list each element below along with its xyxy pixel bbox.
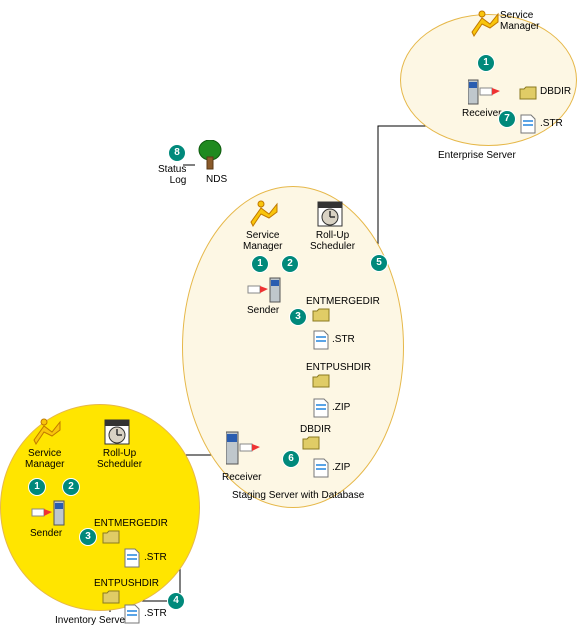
folder-label: ENTMERGEDIR	[306, 296, 380, 307]
document-label: .STR	[144, 552, 167, 563]
sender-label: Sender	[30, 528, 62, 539]
inventory-server-label: Inventory Server	[55, 615, 128, 626]
document-icon	[520, 114, 536, 134]
step-badge: 4	[167, 592, 185, 610]
staging-server-label: Staging Server with Database	[232, 490, 364, 501]
receiver-icon	[468, 78, 504, 106]
step-badge: 3	[79, 528, 97, 546]
step-badge: 1	[251, 255, 269, 273]
document-label: .ZIP	[332, 462, 350, 473]
folder-icon	[312, 374, 330, 388]
rollup-scheduler-label: Roll-Up Scheduler	[310, 230, 355, 252]
step-badge: 8	[168, 144, 186, 162]
receiver-icon	[226, 428, 262, 456]
sender-icon	[30, 499, 66, 527]
folder-label: ENTPUSHDIR	[306, 362, 371, 373]
step-badge: 2	[281, 255, 299, 273]
folder-icon	[102, 590, 120, 604]
document-icon	[313, 458, 329, 478]
folder-label: DBDIR	[300, 424, 331, 435]
service-manager-icon	[30, 418, 62, 446]
step-badge: 2	[62, 478, 80, 496]
folder-icon	[102, 530, 120, 544]
document-icon	[124, 604, 140, 624]
enterprise-server-label: Enterprise Server	[438, 150, 516, 161]
folder-label: ENTPUSHDIR	[94, 578, 159, 589]
step-badge: 7	[498, 110, 516, 128]
step-badge: 1	[477, 54, 495, 72]
step-badge: 3	[289, 308, 307, 326]
rollup-scheduler-icon	[316, 200, 344, 228]
folder-label: ENTMERGEDIR	[94, 518, 168, 529]
nds-tree-icon	[196, 140, 224, 172]
document-label: .STR	[332, 334, 355, 345]
document-icon	[313, 398, 329, 418]
step-badge: 6	[282, 450, 300, 468]
document-label: .ZIP	[332, 402, 350, 413]
document-label: .STR	[540, 118, 563, 129]
folder-icon	[312, 308, 330, 322]
folder-icon	[519, 86, 537, 100]
document-label: .STR	[144, 608, 167, 619]
step-badge: 5	[370, 254, 388, 272]
service-manager-label: Service Manager	[243, 230, 282, 252]
sender-label: Sender	[247, 305, 279, 316]
folder-icon	[302, 436, 320, 450]
service-manager-icon	[468, 10, 500, 38]
service-manager-label: Service Manager	[25, 448, 64, 470]
rollup-diagram: Enterprise Server Service Manager Receiv…	[0, 0, 586, 630]
rollup-scheduler-label: Roll-Up Scheduler	[97, 448, 142, 470]
nds-label: NDS	[206, 174, 227, 185]
status-log-label: Status Log	[158, 164, 186, 186]
receiver-label: Receiver	[222, 472, 261, 483]
service-manager-icon	[247, 200, 279, 228]
rollup-scheduler-icon	[103, 418, 131, 446]
document-icon	[124, 548, 140, 568]
step-badge: 1	[28, 478, 46, 496]
service-manager-label: Service Manager	[500, 10, 539, 32]
folder-label: DBDIR	[540, 86, 571, 97]
sender-icon	[246, 276, 282, 304]
document-icon	[313, 330, 329, 350]
receiver-label: Receiver	[462, 108, 501, 119]
